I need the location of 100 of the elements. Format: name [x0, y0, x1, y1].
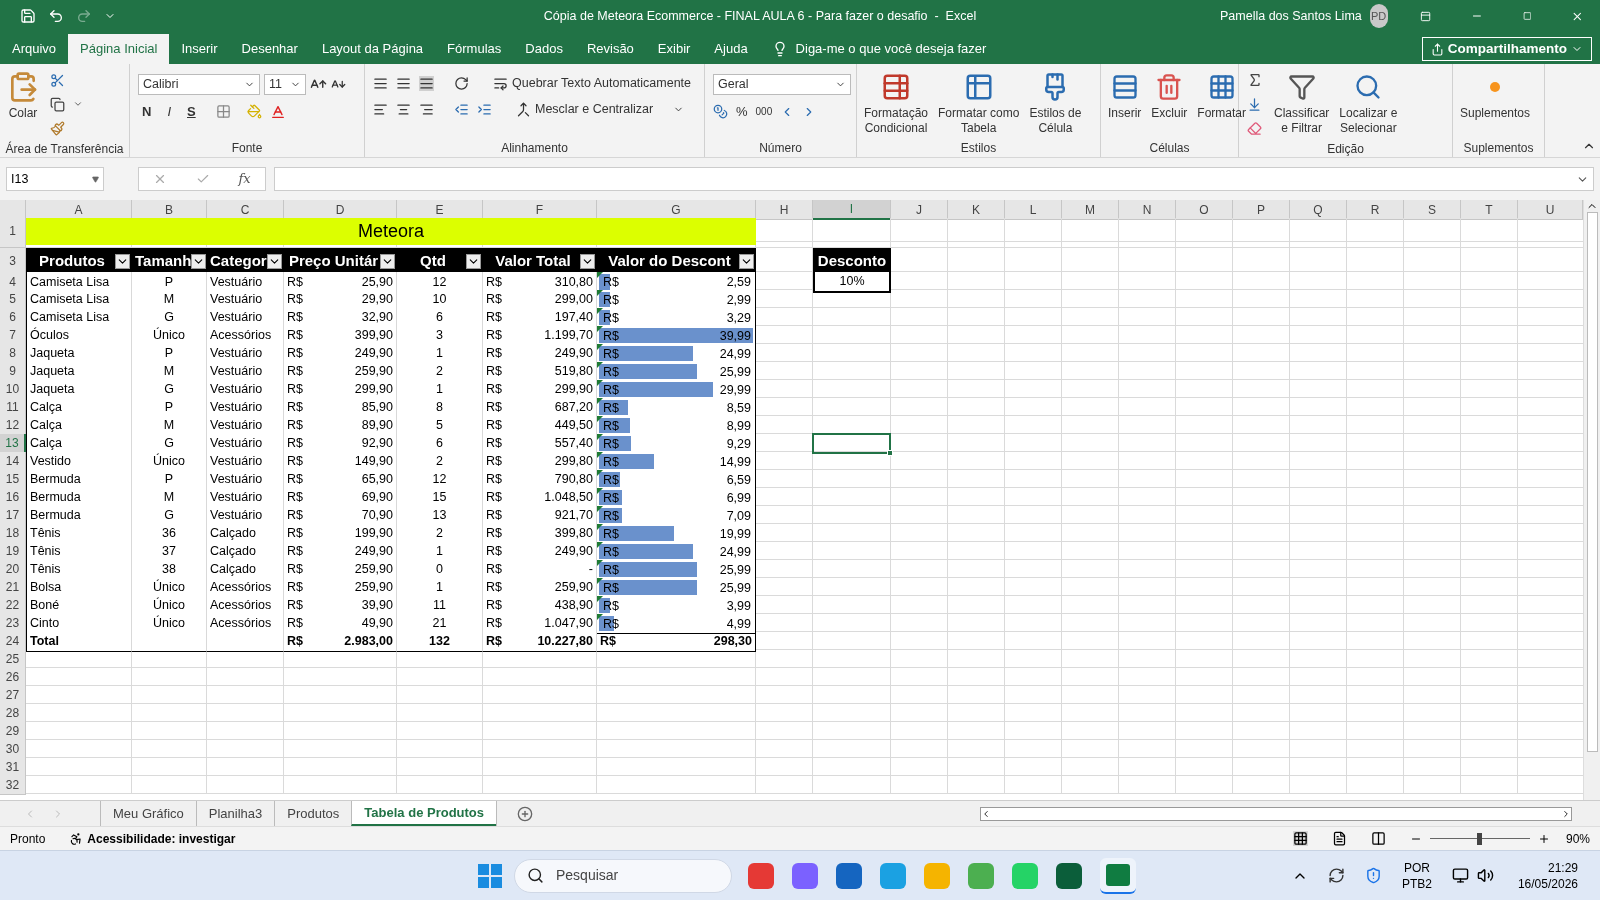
row-header[interactable]: 18	[0, 524, 26, 544]
align-center-icon[interactable]	[396, 101, 411, 117]
fill-handle[interactable]	[887, 449, 893, 456]
add-ins-button[interactable]: Suplementos	[1457, 68, 1534, 121]
editing-button[interactable]: Localizar e Selecionar	[1336, 68, 1401, 136]
sheet-tab[interactable]: Tabela de Produtos	[351, 801, 497, 826]
style-button[interactable]: Formatação Condicional	[861, 68, 932, 136]
align-middle-icon[interactable]	[396, 75, 411, 91]
accessibility-status[interactable]: Acessibilidade: investigar	[87, 829, 236, 848]
row-header[interactable]: 19	[0, 542, 26, 562]
column-header[interactable]: G	[597, 200, 756, 220]
number-format-field[interactable]: Geral	[713, 74, 851, 95]
column-header[interactable]: U	[1518, 200, 1583, 220]
add-sheet-icon[interactable]	[516, 805, 533, 822]
font-name-field[interactable]: Calibri	[138, 74, 260, 95]
column-header[interactable]: I	[813, 200, 891, 220]
ribbon-tab[interactable]: Ajuda	[702, 34, 760, 64]
spreadsheet-app-icon[interactable]	[1100, 857, 1136, 894]
wrap-text-button[interactable]: Quebrar Texto Automaticamente	[493, 74, 692, 93]
filter-dropdown-icon[interactable]	[739, 253, 754, 269]
editing-button[interactable]: Classificar e Filtrar	[1271, 68, 1333, 136]
vertical-scrollbar[interactable]	[1583, 200, 1600, 800]
row-header[interactable]: 8	[0, 344, 26, 364]
app-icon[interactable]	[1056, 862, 1082, 889]
app-icon[interactable]	[836, 862, 862, 889]
bold-button[interactable]: N	[138, 102, 156, 122]
row-header[interactable]: 15	[0, 470, 26, 490]
formula-input[interactable]	[274, 167, 1594, 191]
spreadsheet-grid[interactable]	[0, 218, 1583, 794]
column-header[interactable]: O	[1176, 200, 1233, 220]
paste-button[interactable]: Colar	[4, 68, 42, 121]
filter-dropdown-icon[interactable]	[115, 253, 130, 269]
row-header[interactable]: 10	[0, 380, 26, 400]
row-header[interactable]: 11	[0, 398, 26, 418]
table-header[interactable]: Produtos	[26, 248, 132, 275]
column-header[interactable]: D	[284, 200, 397, 220]
thousands-button[interactable]: 000	[755, 104, 773, 120]
row-header[interactable]: 22	[0, 596, 26, 616]
normal-view-icon[interactable]	[1292, 831, 1308, 846]
zoom-slider-thumb[interactable]	[1476, 832, 1482, 845]
row-header[interactable]: 21	[0, 578, 26, 598]
taskbar-search[interactable]: Pesquisar	[514, 858, 732, 893]
scroll-left-icon[interactable]	[981, 808, 991, 819]
orientation-icon[interactable]	[454, 75, 469, 91]
start-icon[interactable]	[478, 863, 502, 888]
app-icon[interactable]	[792, 862, 818, 889]
row-header[interactable]: 12	[0, 416, 26, 436]
undo-icon[interactable]	[48, 8, 64, 24]
column-header[interactable]: J	[891, 200, 948, 220]
table-header[interactable]: Categor	[207, 248, 284, 275]
column-header[interactable]: K	[948, 200, 1005, 220]
network-icon[interactable]	[1451, 867, 1469, 884]
align-bottom-icon[interactable]	[419, 75, 434, 91]
share-button[interactable]: Compartilhamento	[1421, 37, 1592, 61]
row-header[interactable]: 24	[0, 632, 26, 652]
cells-button[interactable]: Inserir	[1105, 68, 1145, 121]
column-header[interactable]: L	[1005, 200, 1062, 220]
ribbon-tab[interactable]: Desenhar	[229, 34, 310, 64]
merge-center-button[interactable]: Mesclar e Centralizar	[516, 99, 685, 119]
tell-me-field[interactable]: Diga-me o que você deseja fazer	[795, 39, 987, 59]
align-top-icon[interactable]	[373, 75, 388, 91]
column-header[interactable]: F	[483, 200, 597, 220]
row-header[interactable]: 23	[0, 614, 26, 634]
security-icon[interactable]	[1364, 867, 1382, 884]
row-header[interactable]: 13	[0, 434, 26, 454]
column-header[interactable]: P	[1233, 200, 1290, 220]
currency-icon[interactable]	[713, 104, 728, 120]
row-header[interactable]: 17	[0, 506, 26, 526]
row-header[interactable]: 9	[0, 362, 26, 382]
style-button[interactable]: Formatar como Tabela	[935, 68, 1023, 136]
table-header[interactable]: Valor Total	[483, 248, 597, 275]
scrollbar-thumb[interactable]	[1586, 212, 1598, 752]
table-header[interactable]: Valor do Descont	[597, 248, 756, 275]
volume-icon[interactable]	[1476, 867, 1494, 884]
underline-button[interactable]: S	[183, 102, 200, 122]
user-avatar[interactable]: PD	[1369, 4, 1388, 28]
page-break-icon[interactable]	[1370, 831, 1386, 846]
filter-dropdown-icon[interactable]	[191, 253, 207, 269]
ribbon-tab[interactable]: Layout da Página	[309, 34, 436, 64]
column-header[interactable]: E	[397, 200, 483, 220]
zoom-in-icon[interactable]	[1537, 832, 1550, 845]
increase-indent-icon[interactable]	[477, 101, 492, 117]
row-header[interactable]: 14	[0, 452, 26, 472]
filter-dropdown-icon[interactable]	[380, 253, 395, 269]
page-layout-icon[interactable]	[1331, 831, 1347, 846]
fill-color-icon[interactable]	[246, 104, 262, 120]
dropdown-arrow-icon[interactable]	[92, 175, 99, 183]
ribbon-tab[interactable]: Revisão	[574, 34, 646, 64]
column-header[interactable]: R	[1347, 200, 1404, 220]
column-header[interactable]: C	[207, 200, 284, 220]
language-indicator[interactable]: POR PTB2	[1401, 859, 1432, 892]
percent-button[interactable]: %	[736, 102, 748, 122]
restore-icon[interactable]	[1522, 10, 1532, 22]
column-header[interactable]: M	[1062, 200, 1119, 220]
column-header[interactable]: A	[26, 200, 132, 220]
cells-button[interactable]: Excluir	[1148, 68, 1191, 121]
row-header[interactable]: 7	[0, 326, 26, 346]
italic-button[interactable]: I	[163, 102, 175, 122]
font-color-icon[interactable]	[269, 103, 286, 120]
table-header[interactable]: Qtd	[397, 248, 483, 275]
